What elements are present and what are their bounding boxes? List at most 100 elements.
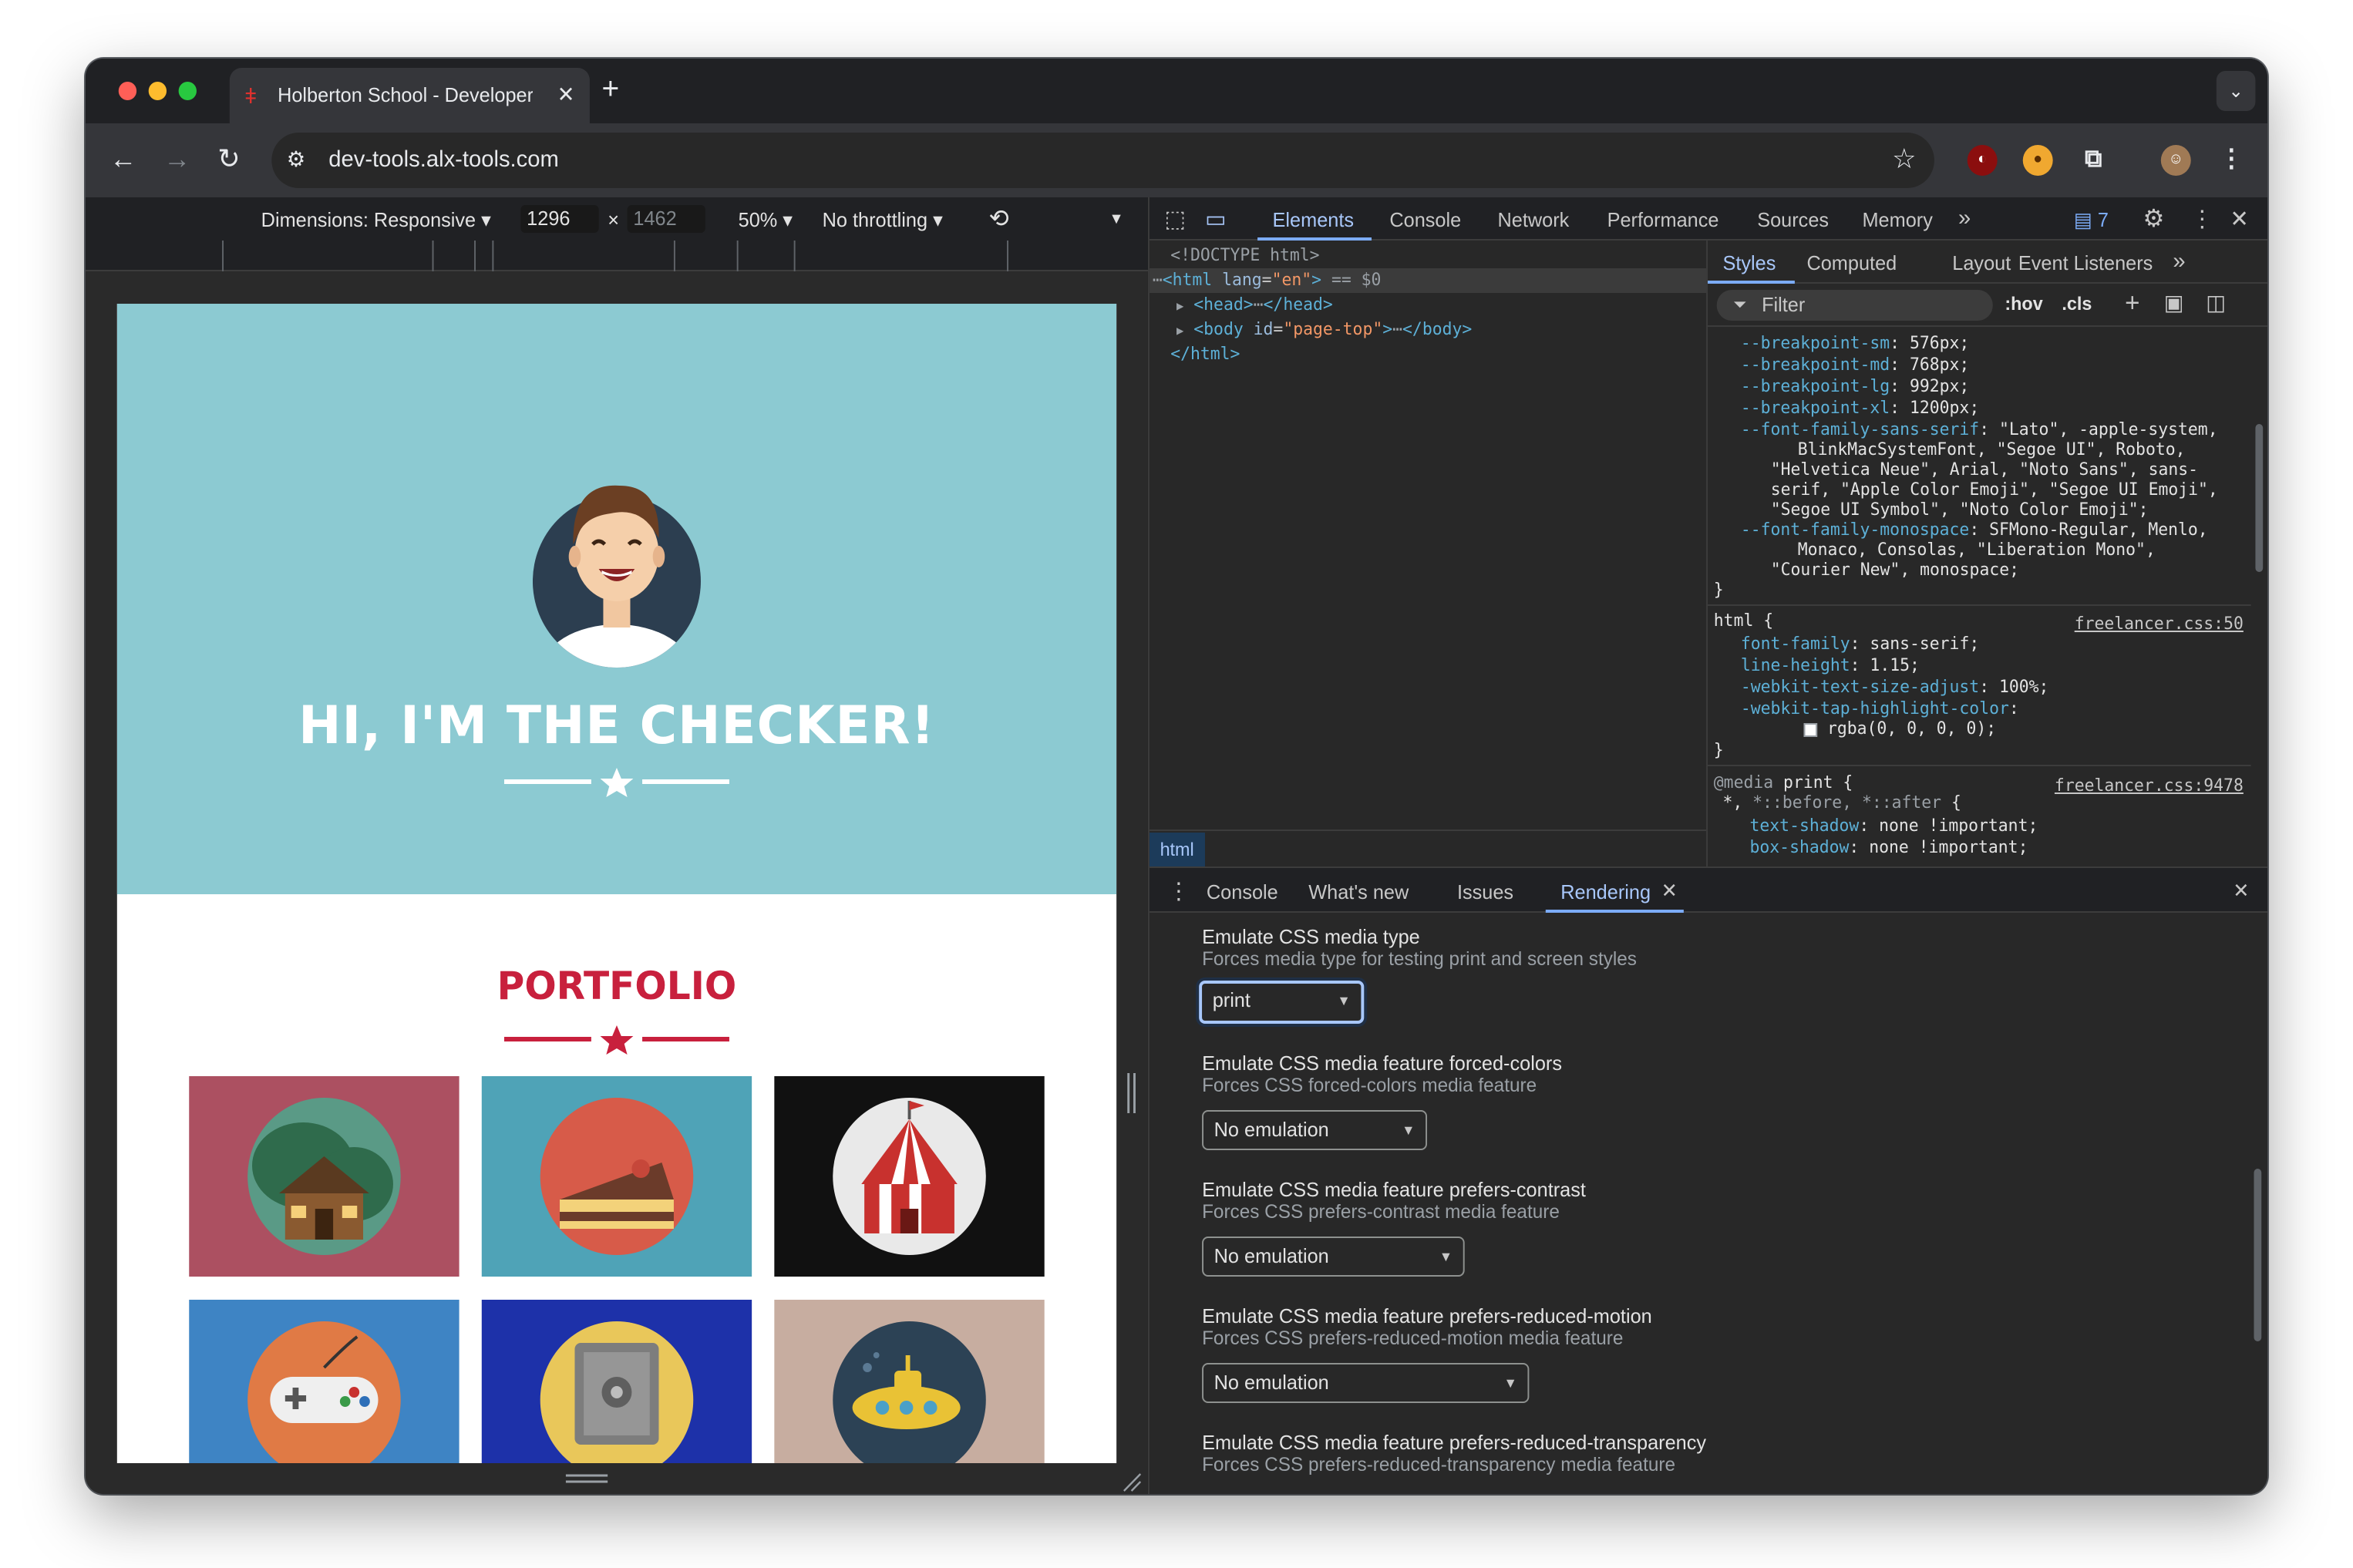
viewport-width-input[interactable]: 1296	[520, 205, 599, 233]
back-arrow-icon[interactable]: ←	[109, 142, 136, 176]
breadcrumb-html[interactable]: html	[1149, 833, 1205, 866]
viewport-resize-handle[interactable]	[565, 1474, 608, 1483]
close-devtools-icon[interactable]: ✕	[2230, 205, 2248, 233]
css-value[interactable]: 100%;	[1999, 677, 2048, 697]
cls-toggle[interactable]: .cls	[2062, 293, 2092, 315]
new-style-rule-icon[interactable]: +	[2125, 288, 2139, 319]
forced-colors-select[interactable]: No emulation ▼	[1202, 1110, 1428, 1150]
css-prop[interactable]: --font-family-monospace	[1741, 520, 1969, 540]
drawer-tab-console[interactable]: Console	[1207, 880, 1278, 903]
css-prop[interactable]: line-height	[1741, 655, 1850, 675]
ublock-extension-icon[interactable]: ◐	[1967, 145, 1998, 176]
paint-brush-icon[interactable]: ▣	[2164, 290, 2184, 316]
portfolio-item-circus[interactable]	[774, 1076, 1045, 1277]
device-toggle-icon[interactable]: ▭	[1205, 205, 1227, 233]
html-close-tag[interactable]: </html>	[1170, 342, 1240, 367]
more-tabs-icon[interactable]: »	[1958, 205, 1971, 231]
css-prop[interactable]: --breakpoint-lg	[1741, 376, 1890, 396]
close-window-button[interactable]	[118, 82, 137, 100]
tab-sources[interactable]: Sources	[1757, 208, 1829, 231]
device-options-icon[interactable]: ▼	[1109, 211, 1123, 228]
css-value[interactable]: 576px;	[1910, 333, 1969, 353]
browser-menu-icon[interactable]: ⋮	[2217, 145, 2247, 176]
css-prop[interactable]: --breakpoint-xl	[1741, 398, 1890, 418]
css-value[interactable]: none !important;	[1869, 837, 2028, 857]
more-styles-tabs-icon[interactable]: »	[2173, 248, 2185, 274]
rendering-scrollbar[interactable]	[2254, 1169, 2262, 1341]
tab-performance[interactable]: Performance	[1607, 208, 1719, 231]
css-value[interactable]: 768px;	[1910, 355, 1969, 375]
expand-triangle-icon[interactable]: ▶	[1176, 324, 1183, 338]
css-prop[interactable]: -webkit-tap-highlight-color	[1741, 698, 2009, 718]
media-selector-star[interactable]: *,	[1722, 792, 1742, 813]
hov-toggle[interactable]: :hov	[2005, 293, 2042, 315]
tab-event-listeners[interactable]: Event Listeners	[2018, 251, 2153, 274]
html-rule-selector[interactable]: html {	[1714, 611, 1773, 631]
site-info-icon[interactable]: ⚙	[287, 146, 314, 174]
rotate-icon[interactable]: ⟲	[989, 204, 1009, 234]
portfolio-item-safe[interactable]	[481, 1300, 752, 1463]
rgba-value[interactable]: rgba(0, 0, 0, 0);	[1827, 718, 1996, 739]
styles-scrollbar[interactable]	[2255, 424, 2264, 572]
portfolio-item-game-controller[interactable]	[189, 1300, 459, 1463]
prefers-contrast-select[interactable]: No emulation ▼	[1202, 1237, 1465, 1277]
media-rule-source-link[interactable]: freelancer.css:9478	[2055, 776, 2244, 796]
portfolio-item-cabin[interactable]	[189, 1076, 459, 1277]
profile-avatar[interactable]: ☺	[2160, 145, 2191, 176]
css-prop[interactable]: font-family	[1741, 634, 1850, 654]
maximize-window-button[interactable]	[178, 82, 197, 100]
forward-arrow-icon[interactable]: →	[163, 142, 190, 176]
tab-search-icon[interactable]: ⌄	[2216, 71, 2256, 111]
new-tab-button[interactable]: +	[602, 74, 620, 105]
url-text[interactable]: dev-tools.alx-tools.com	[328, 146, 559, 173]
close-drawer-icon[interactable]: ✕	[2233, 879, 2249, 903]
toggle-sidebar-icon[interactable]: ◫	[2206, 290, 2226, 316]
html-node-selected[interactable]: ⋯<html lang="en"> == $0	[1149, 268, 1707, 293]
address-bar[interactable]: ⚙ dev-tools.alx-tools.com ☆	[271, 133, 1934, 188]
css-prop[interactable]: --breakpoint-md	[1741, 355, 1890, 375]
extensions-puzzle-icon[interactable]: ⧉	[2079, 145, 2109, 176]
tab-network[interactable]: Network	[1498, 208, 1570, 231]
css-value[interactable]: none !important;	[1879, 816, 2038, 836]
corner-resize-icon[interactable]	[1121, 1471, 1142, 1492]
throttling-dropdown[interactable]: No throttling ▾	[823, 208, 943, 233]
tab-memory[interactable]: Memory	[1862, 208, 1932, 231]
dimensions-dropdown[interactable]: Dimensions: Responsive ▾	[261, 208, 491, 233]
css-value[interactable]: 1200px;	[1910, 398, 1979, 418]
html-rule-source-link[interactable]: freelancer.css:50	[2075, 614, 2244, 634]
reduced-motion-select[interactable]: No emulation ▼	[1202, 1363, 1530, 1403]
media-query-ruler[interactable]	[85, 241, 1148, 271]
css-value[interactable]: 992px;	[1910, 376, 1969, 396]
media-selector-pseudo[interactable]: *::before, *::after	[1752, 792, 1941, 813]
css-prop[interactable]: --font-family-sans-serif	[1741, 419, 1979, 439]
styles-filter-input[interactable]: ⏷ Filter	[1716, 290, 1993, 321]
tab-computed[interactable]: Computed	[1806, 251, 1897, 274]
tab-layout[interactable]: Layout	[1952, 251, 2011, 274]
inspect-element-icon[interactable]: ⬚	[1164, 205, 1186, 233]
tab-close-icon[interactable]: ✕	[557, 82, 575, 108]
viewport-height-input[interactable]: 1462	[627, 205, 705, 233]
portfolio-item-cake[interactable]	[481, 1076, 752, 1277]
portfolio-item-submarine[interactable]	[774, 1300, 1045, 1463]
reload-icon[interactable]: ↻	[217, 142, 240, 176]
drawer-menu-icon[interactable]: ⋮	[1167, 877, 1190, 905]
css-prop[interactable]: text-shadow	[1750, 816, 1860, 836]
extension-icon[interactable]: ●	[2022, 145, 2053, 176]
bookmark-star-icon[interactable]: ☆	[1892, 143, 1916, 176]
devtools-menu-icon[interactable]: ⋮	[2191, 205, 2213, 233]
settings-gear-icon[interactable]: ⚙	[2143, 204, 2164, 234]
tab-styles[interactable]: Styles	[1722, 251, 1776, 274]
tab-console[interactable]: Console	[1389, 208, 1461, 231]
media-query[interactable]: print {	[1783, 772, 1853, 792]
head-node[interactable]: ▶ <head>⋯</head>	[1176, 293, 1333, 318]
body-node[interactable]: ▶ <body id="page-top">⋯</body>	[1176, 318, 1472, 342]
media-type-select[interactable]: print ▼	[1199, 981, 1365, 1024]
issues-counter[interactable]: ▤ 7	[2074, 208, 2109, 233]
css-value[interactable]: 1.15;	[1870, 655, 1919, 675]
css-value[interactable]: sans-serif;	[1870, 634, 1979, 654]
zoom-dropdown[interactable]: 50% ▾	[739, 208, 793, 233]
css-value[interactable]: SFMono-Regular, Menlo,	[1989, 520, 2208, 540]
tab-elements[interactable]: Elements	[1273, 208, 1355, 231]
close-rendering-tab-icon[interactable]: ✕	[1661, 879, 1678, 903]
drawer-tab-whats-new[interactable]: What's new	[1308, 880, 1409, 903]
